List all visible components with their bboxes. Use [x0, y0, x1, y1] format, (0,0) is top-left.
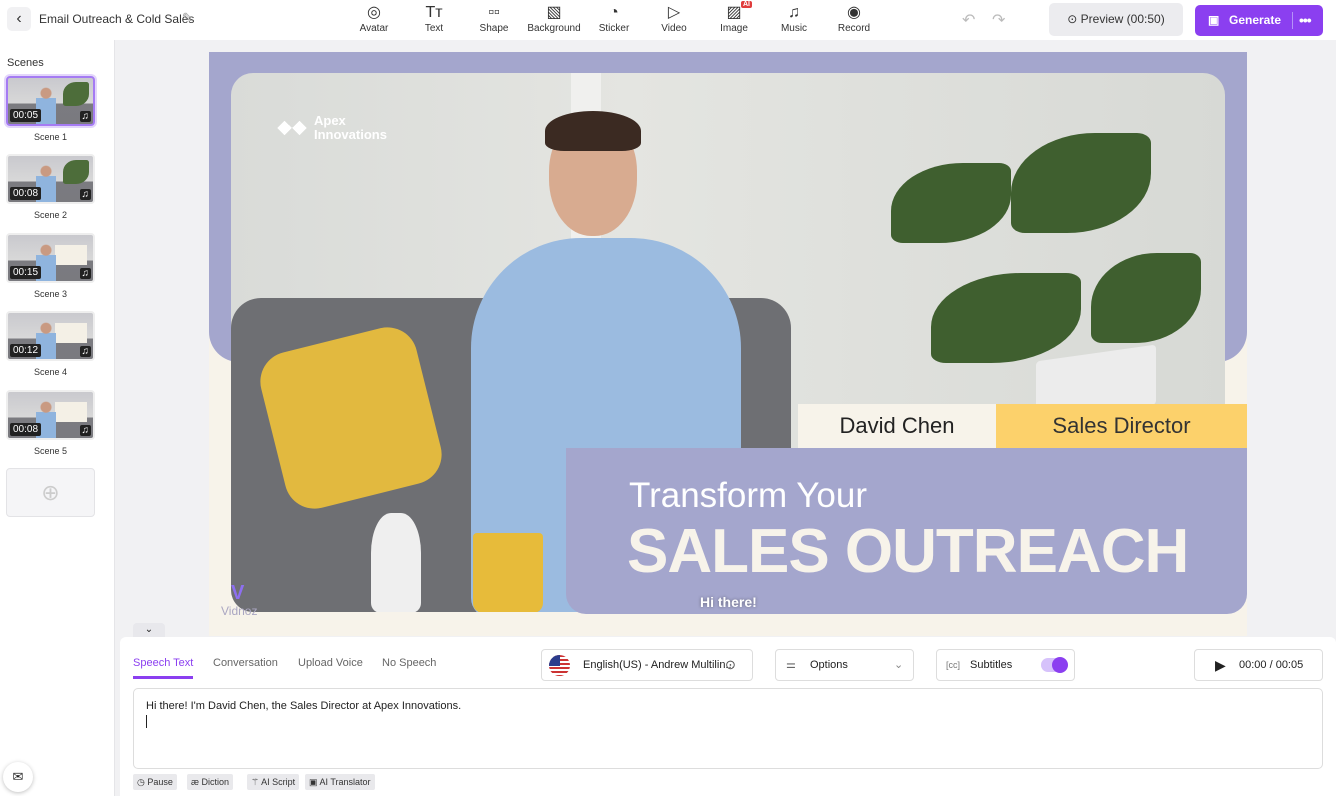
scenes-heading: Scenes — [7, 57, 44, 69]
tool-music[interactable]: ♫ Music — [764, 3, 824, 34]
magic-wand-icon: ⚚ — [251, 777, 262, 787]
play-icon: ▶ — [1215, 657, 1226, 673]
logo-mark-icon — [277, 113, 307, 143]
scene-thumbnail: 00:15 ♫ — [6, 233, 95, 283]
tool-background[interactable]: ▧ Background — [524, 3, 584, 34]
role-label[interactable]: Sales Director — [996, 404, 1247, 448]
top-bar: ‹ Email Outreach & Cold Sales ✎ ◎ Avatar … — [0, 0, 1336, 40]
redo-icon[interactable]: ↷ — [992, 10, 1005, 30]
ai-translator-button[interactable]: ▣ AI Translator — [305, 774, 375, 790]
options-dropdown[interactable]: ⚌ Options ⌄ — [775, 649, 914, 681]
tab-speech-text[interactable]: Speech Text — [133, 657, 194, 679]
music-icon: ♫ — [79, 425, 91, 436]
scene-thumbnail: 00:05 ♫ — [6, 76, 95, 126]
text-caret — [146, 715, 147, 728]
clock-icon: ◷ — [137, 777, 148, 787]
play-circle-icon: ⊙ — [1067, 12, 1081, 26]
subtitles-control: [cc] Subtitles — [936, 649, 1075, 681]
shape-icon: ▫▫ — [488, 4, 500, 21]
name-label[interactable]: David Chen — [798, 404, 996, 448]
speech-panel: Speech Text Conversation Upload Voice No… — [120, 637, 1336, 796]
vidnoz-logo-icon: V — [231, 582, 245, 604]
tab-conversation[interactable]: Conversation — [213, 657, 278, 669]
music-icon: ♫ — [79, 189, 91, 200]
tool-shape[interactable]: ▫▫ Shape — [464, 3, 524, 34]
scene-2[interactable]: 00:08 ♫ Scene 2 — [6, 154, 95, 220]
preview-button[interactable]: ⊙ Preview (00:50) — [1049, 3, 1183, 36]
cc-icon: [cc] — [946, 660, 961, 670]
undo-icon[interactable]: ↶ — [962, 10, 975, 30]
tab-no-speech[interactable]: No Speech — [382, 657, 436, 669]
record-icon: ◉ — [847, 4, 861, 21]
scene-thumbnail: 00:08 ♫ — [6, 154, 95, 204]
apex-logo: Apex Innovations — [277, 113, 387, 143]
us-flag-icon — [549, 655, 570, 676]
subtitles-toggle[interactable] — [1041, 657, 1068, 673]
generate-button[interactable]: ▣ Generate ••• — [1195, 5, 1323, 36]
image-icon: ▨ — [726, 4, 742, 21]
scene-3[interactable]: 00:15 ♫ Scene 3 — [6, 233, 95, 299]
more-icon[interactable]: ••• — [1299, 5, 1312, 36]
subtitle-text: Hi there! — [700, 594, 757, 610]
edit-title-icon[interactable]: ✎ — [182, 10, 193, 26]
headline-line1[interactable]: Transform Your — [629, 476, 867, 516]
diction-button[interactable]: æ Diction — [187, 774, 234, 790]
back-button[interactable]: ‹ — [7, 7, 31, 31]
background-icon: ▧ — [546, 4, 562, 21]
collapse-panel-button[interactable]: ⌄ — [133, 623, 165, 637]
music-icon: ♫ — [79, 111, 91, 122]
more-options-icon[interactable]: ⊙ — [725, 650, 736, 680]
music-icon: ♫ — [788, 4, 800, 21]
translate-icon: ▣ — [309, 777, 320, 787]
scene-4[interactable]: 00:12 ♫ Scene 4 — [6, 311, 95, 377]
chevron-down-icon: ⌄ — [894, 659, 904, 671]
scenes-sidebar: Scenes 00:05 ♫ Scene 1 00:08 ♫ Scene 2 00:15… — [0, 40, 115, 796]
scene-5[interactable]: 00:08 ♫ Scene 5 — [6, 390, 95, 456]
divider — [1292, 12, 1293, 29]
scene-thumbnail: 00:12 ♫ — [6, 311, 95, 361]
diction-icon: æ — [191, 777, 202, 787]
tool-sticker[interactable]: ◔ Sticker — [584, 3, 644, 34]
video-canvas[interactable]: Apex Innovations V Vidnoz David Chen Sales… — [209, 52, 1247, 636]
ai-script-button[interactable]: ⚚ AI Script — [247, 774, 300, 790]
play-audio-button[interactable]: ▶ 00:00 / 00:05 — [1194, 649, 1323, 681]
watermark: V Vidnoz — [221, 582, 281, 618]
music-icon: ♫ — [79, 346, 91, 357]
scene-1[interactable]: 00:05 ♫ Scene 1 — [6, 76, 95, 142]
sliders-icon: ⚌ — [786, 659, 796, 671]
speech-text-input[interactable]: Hi there! I'm David Chen, the Sales Dire… — [133, 688, 1323, 769]
generate-icon: ▣ — [1208, 13, 1220, 27]
tool-text[interactable]: Tт Text — [404, 3, 464, 34]
text-icon: Tт — [425, 4, 443, 21]
tool-video[interactable]: ▷ Video — [644, 3, 704, 34]
tool-avatar[interactable]: ◎ Avatar — [344, 3, 404, 34]
video-icon: ▷ — [667, 4, 681, 21]
voice-selector[interactable]: English(US) - Andrew Multilin... ⊙ — [541, 649, 753, 681]
sticker-icon: ◔ — [609, 4, 619, 21]
avatar-icon: ◎ — [367, 4, 381, 21]
add-scene-button[interactable]: ⊕ — [6, 468, 95, 517]
project-title[interactable]: Email Outreach & Cold Sales — [39, 12, 194, 26]
pause-button[interactable]: ◷ Pause — [133, 774, 177, 790]
ai-badge: AI — [741, 1, 752, 8]
tool-record[interactable]: ◉ Record — [824, 3, 884, 34]
scene-thumbnail: 00:08 ♫ — [6, 390, 95, 440]
chat-support-icon[interactable]: ✉ — [3, 762, 33, 792]
headline-line2[interactable]: SALES OUTREACH — [627, 516, 1189, 587]
tab-upload-voice[interactable]: Upload Voice — [298, 657, 363, 669]
headline-panel: Transform Your SALES OUTREACH — [566, 448, 1247, 614]
music-icon: ♫ — [79, 268, 91, 279]
tool-image[interactable]: ▨ AI Image — [704, 1, 764, 34]
